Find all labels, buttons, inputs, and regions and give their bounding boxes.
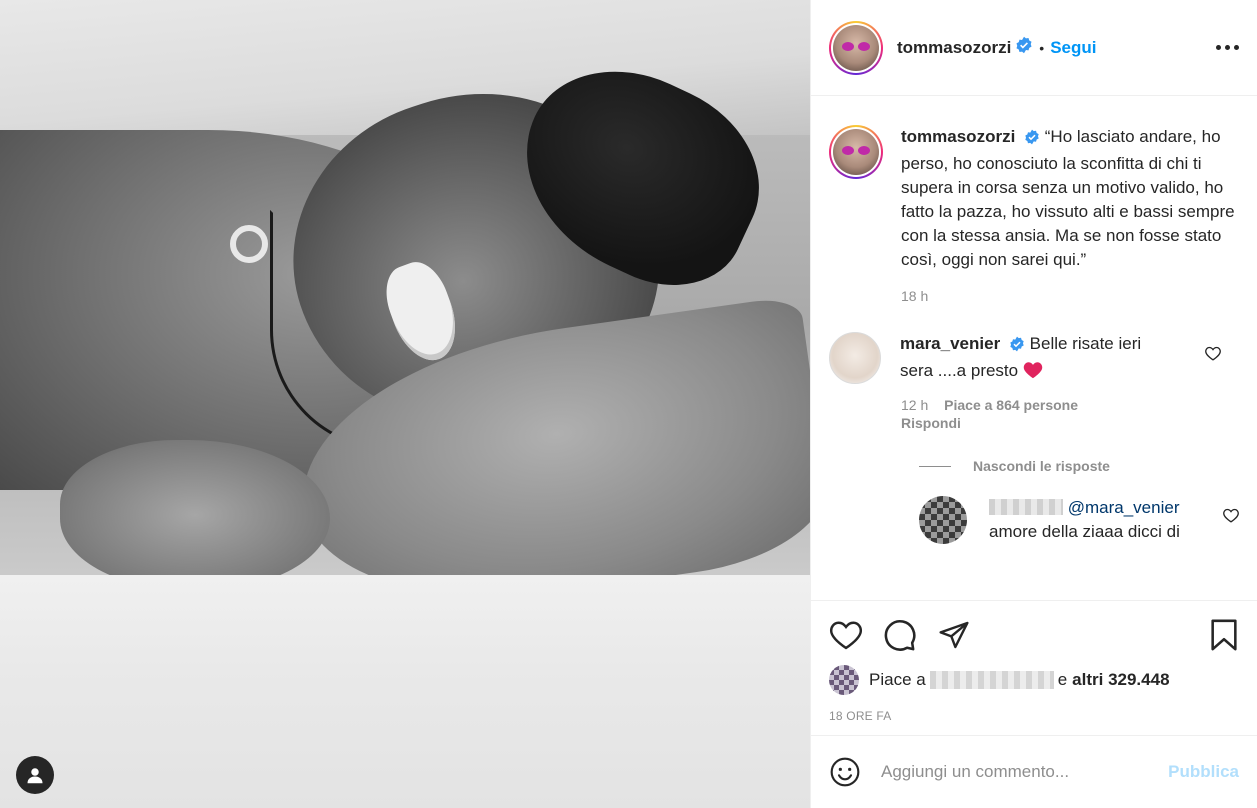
- liker-avatar[interactable]: [829, 665, 859, 695]
- comment-author[interactable]: mara_venier: [900, 334, 1000, 353]
- photo-sheet-bottom: [0, 575, 810, 808]
- comment-likes-count[interactable]: Piace a 864 persone: [944, 397, 1078, 413]
- reply-body: amore della ziaaa dicci di: [989, 522, 1180, 541]
- reply-text: @mara_venier amore della ziaaa dicci di: [989, 496, 1209, 544]
- liker-name-pixelated[interactable]: [929, 671, 1054, 689]
- comment-text: mara_venier Belle risate ieri sera ....a…: [900, 332, 1170, 386]
- comment-like-heart-icon[interactable]: [1205, 346, 1221, 366]
- comments-list[interactable]: tommasozorzi “Ho lasciato andare, ho per…: [811, 97, 1257, 600]
- hide-replies-label: Nascondi le risposte: [973, 458, 1110, 474]
- reply-author-pixelated[interactable]: [989, 499, 1063, 515]
- hide-replies-button[interactable]: Nascondi le risposte: [919, 458, 1239, 474]
- action-icons: [829, 601, 1239, 669]
- author-avatar[interactable]: [829, 20, 883, 75]
- caption-body: “Ho lasciato andare, ho perso, ho conosc…: [901, 127, 1235, 269]
- reply-button[interactable]: Rispondi: [901, 414, 1239, 432]
- comment-author-avatar[interactable]: [829, 332, 881, 384]
- likes-conjunction: e: [1057, 670, 1068, 689]
- comment-meta: 12 h Piace a 864 persone Rispondi: [901, 396, 1239, 432]
- caption-author[interactable]: tommasozorzi: [901, 127, 1015, 146]
- reply-mention[interactable]: @mara_venier: [1068, 498, 1180, 517]
- red-heart-emoji: [1023, 361, 1043, 386]
- post-photo[interactable]: [0, 0, 810, 808]
- more-horizontal-icon[interactable]: [1216, 45, 1239, 50]
- likes-summary[interactable]: Piace a e altri 329.448: [829, 665, 1239, 695]
- comment-composer: Pubblica: [811, 735, 1257, 808]
- reply-row: @mara_venier amore della ziaaa dicci di: [919, 496, 1239, 544]
- post-header: tommasozorzi • Segui: [811, 0, 1257, 96]
- caption-time[interactable]: 18 h: [901, 288, 1239, 304]
- comment-row: mara_venier Belle risate ieri sera ....a…: [829, 332, 1239, 386]
- hide-replies-line: [919, 465, 951, 467]
- likes-prefix: Piace a: [869, 670, 926, 689]
- verified-badge-icon: [1024, 128, 1040, 152]
- comment-bubble-icon[interactable]: [883, 618, 917, 652]
- post-actions: Piace a e altri 329.448 18 ORE FA: [811, 600, 1257, 723]
- comment-time[interactable]: 12 h: [901, 397, 928, 413]
- reply-author-avatar[interactable]: [919, 496, 967, 544]
- caption-row: tommasozorzi “Ho lasciato andare, ho per…: [829, 125, 1239, 272]
- user-tag-icon[interactable]: [16, 756, 54, 794]
- bookmark-icon[interactable]: [1209, 618, 1239, 652]
- heart-icon[interactable]: [829, 620, 863, 650]
- paper-plane-icon[interactable]: [937, 619, 971, 651]
- verified-badge-icon: [1015, 36, 1033, 59]
- likes-others-count[interactable]: altri 329.448: [1072, 670, 1169, 690]
- photo-pendant: [230, 225, 268, 263]
- post-timestamp[interactable]: 18 ORE FA: [829, 709, 1239, 723]
- publish-button[interactable]: Pubblica: [1168, 762, 1239, 782]
- comment-input[interactable]: [881, 762, 1151, 782]
- caption-author-avatar[interactable]: [829, 125, 883, 179]
- verified-badge-icon: [1009, 335, 1025, 359]
- follow-button[interactable]: Segui: [1050, 38, 1096, 58]
- author-username[interactable]: tommasozorzi: [897, 38, 1011, 58]
- reply-like-heart-icon[interactable]: [1223, 508, 1239, 528]
- caption-text: tommasozorzi “Ho lasciato andare, ho per…: [901, 125, 1239, 272]
- post-side-panel: tommasozorzi • Segui tommasozorzi “Ho la…: [810, 0, 1257, 808]
- header-separator: •: [1039, 39, 1045, 56]
- smiley-icon[interactable]: [829, 756, 861, 788]
